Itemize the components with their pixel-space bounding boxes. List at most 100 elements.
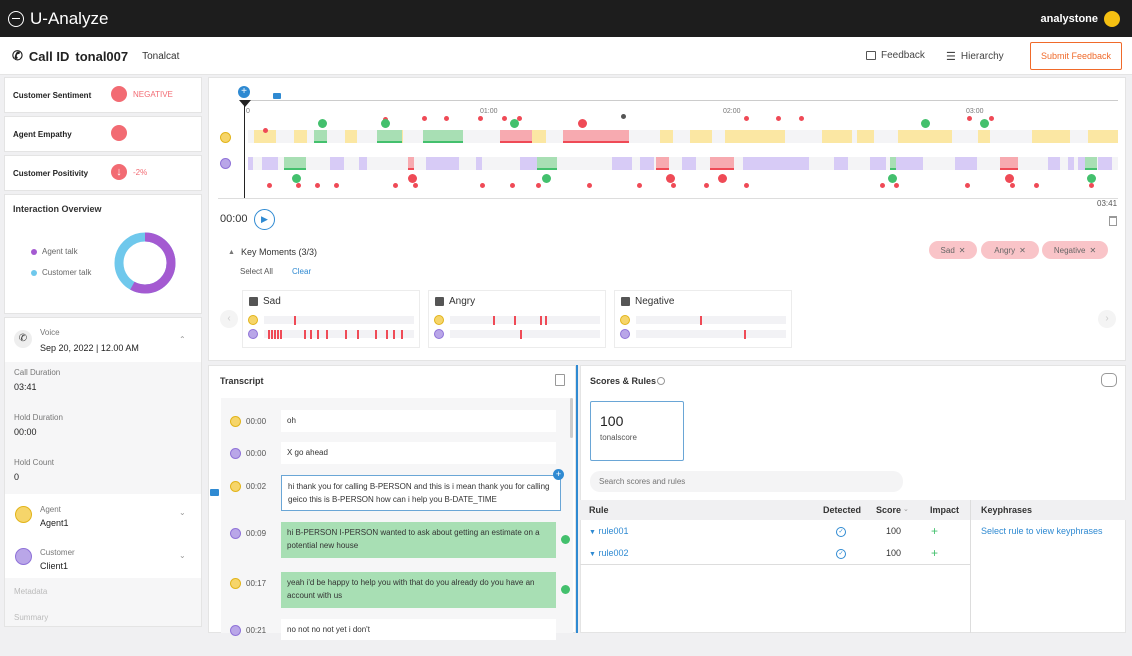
- comment-marker-icon[interactable]: [273, 93, 281, 99]
- transcript-scrollbar[interactable]: [570, 398, 573, 438]
- empathy-label: Agent Empathy: [13, 130, 72, 139]
- customer-talk-segment: [640, 157, 654, 170]
- info-icon[interactable]: [657, 377, 665, 385]
- negative-event-dot: [1010, 183, 1015, 188]
- call-header: ✆ Call ID tonal007 Tonalcat Feedback ☰ H…: [0, 37, 1132, 75]
- customer-talk-segment: [1068, 157, 1074, 170]
- transcript-bubble[interactable]: hi B-PERSON I-PERSON wanted to ask about…: [281, 522, 556, 558]
- rule-name[interactable]: ▼ rule001: [589, 526, 628, 536]
- hold-value: 00:00: [14, 427, 37, 437]
- metadata-label[interactable]: Metadata: [14, 587, 47, 596]
- hierarchy-icon: ☰: [946, 51, 956, 63]
- negative-event-dot: [671, 183, 676, 188]
- happy-face-icon: [542, 174, 551, 183]
- moment-tick: [271, 330, 273, 339]
- agent-track: [636, 316, 786, 324]
- app-logo[interactable]: U-Analyze: [8, 9, 108, 29]
- tonalscore-card[interactable]: 100 tonalscore: [590, 401, 684, 461]
- negative-event-dot: [637, 183, 642, 188]
- summary-label[interactable]: Summary: [14, 613, 48, 622]
- agent-track-icon: [620, 315, 630, 325]
- clear-link[interactable]: Clear: [292, 267, 311, 276]
- scores-title: Scores & Rules: [590, 376, 657, 386]
- transcript-bubble[interactable]: hi thank you for calling B-PERSON and th…: [281, 475, 561, 511]
- impact-plus-icon: +: [931, 546, 939, 560]
- impact-plus-icon: +: [931, 524, 939, 538]
- search-scores-input[interactable]: [590, 471, 903, 492]
- customer-talk-segment: [330, 157, 344, 170]
- moment-tick: [375, 330, 377, 339]
- play-button[interactable]: ▶: [254, 209, 275, 230]
- moment-tick: [493, 316, 495, 325]
- agent-track-icon: [434, 315, 444, 325]
- hierarchy-link[interactable]: ☰ Hierarchy: [946, 50, 1004, 63]
- agent-track-icon: [248, 315, 258, 325]
- transcript-bubble[interactable]: X go ahead: [281, 442, 556, 464]
- add-marker-icon[interactable]: +: [238, 86, 250, 98]
- hierarchy-label: Hierarchy: [960, 51, 1004, 62]
- pill-negative[interactable]: Negative ✕: [1042, 241, 1108, 259]
- happy-face-icon: [561, 585, 570, 594]
- rules-bottom-border: [580, 564, 970, 565]
- close-icon[interactable]: ✕: [1019, 246, 1026, 255]
- comment-marker-icon[interactable]: [210, 489, 219, 496]
- feedback-link[interactable]: Feedback: [866, 50, 925, 61]
- trash-icon[interactable]: [1109, 216, 1117, 226]
- happy-face-icon: [921, 119, 930, 128]
- agent-row[interactable]: Agent Agent1 ⌄: [5, 494, 201, 538]
- row-time: 00:00: [246, 449, 267, 458]
- transcript-bubble[interactable]: oh: [281, 410, 556, 432]
- pill-sad[interactable]: Sad ✕: [929, 241, 977, 259]
- document-icon[interactable]: [555, 374, 565, 386]
- agent-talk-segment: [1032, 130, 1070, 143]
- chevron-down-icon: ⌄: [179, 508, 186, 517]
- key-moments-toggle[interactable]: ▲ Key Moments (3/3): [228, 247, 317, 257]
- customer-talk-segment: [476, 157, 482, 170]
- chevron-up-icon: ⌃: [179, 335, 186, 344]
- customer-talk-segment: [1098, 157, 1112, 170]
- positivity-value: -2%: [133, 168, 148, 177]
- checkbox-icon[interactable]: [621, 297, 630, 306]
- transcript-bubble[interactable]: no not no not yet i don't: [281, 619, 556, 640]
- sentiment-label: Customer Sentiment: [13, 91, 92, 100]
- add-comment-icon[interactable]: +: [553, 469, 564, 480]
- close-icon[interactable]: ✕: [1089, 246, 1096, 255]
- checkbox-icon[interactable]: [249, 297, 258, 306]
- customer-row[interactable]: Customer Client1 ⌄: [5, 538, 201, 578]
- user-menu[interactable]: analystone: [1041, 11, 1120, 27]
- negative-event-dot: [1089, 183, 1094, 188]
- pill-angry-label: Angry: [994, 245, 1016, 255]
- panel-splitter[interactable]: [576, 365, 578, 633]
- agent-dot-icon: [31, 248, 37, 255]
- customer-talk-segment: [1048, 157, 1060, 170]
- agent-avatar-icon: [15, 506, 32, 523]
- agent-talk-segment: [345, 130, 357, 143]
- rule-name[interactable]: ▼ rule002: [589, 548, 628, 558]
- col-score[interactable]: Score: [876, 505, 901, 515]
- sad-face-icon: [111, 125, 127, 141]
- pill-angry[interactable]: Angry ✕: [981, 241, 1039, 259]
- transcript-row: 00:09: [230, 528, 266, 539]
- chevron-down-icon: ⌄: [179, 551, 186, 560]
- playhead-icon[interactable]: [239, 100, 251, 107]
- submit-feedback-button[interactable]: Submit Feedback: [1030, 42, 1122, 70]
- robot-icon[interactable]: [1101, 373, 1117, 387]
- happy-face-icon: [1087, 174, 1096, 183]
- tick-0: 0: [246, 108, 250, 115]
- checkbox-icon[interactable]: [435, 297, 444, 306]
- select-all-link[interactable]: Select All: [240, 267, 273, 276]
- row-time: 00:02: [246, 482, 267, 491]
- score-label: tonalscore: [600, 433, 637, 442]
- next-arrow-icon[interactable]: ›: [1098, 310, 1116, 328]
- voice-row[interactable]: ✆ Voice Sep 20, 2022 | 12.00 AM ⌃: [5, 318, 201, 362]
- close-icon[interactable]: ✕: [959, 246, 966, 255]
- sort-icon[interactable]: ⌄: [903, 505, 909, 513]
- rule-label: rule002: [598, 548, 629, 558]
- moment-tick: [310, 330, 312, 339]
- transcript-bubble[interactable]: yeah i'd be happy to help you with that …: [281, 572, 556, 608]
- prev-arrow-icon[interactable]: ‹: [220, 310, 238, 328]
- negative-event-dot: [422, 116, 427, 121]
- agent-value: Agent1: [40, 518, 69, 528]
- tick-1: 01:00: [480, 108, 498, 115]
- happy-face-icon: [510, 119, 519, 128]
